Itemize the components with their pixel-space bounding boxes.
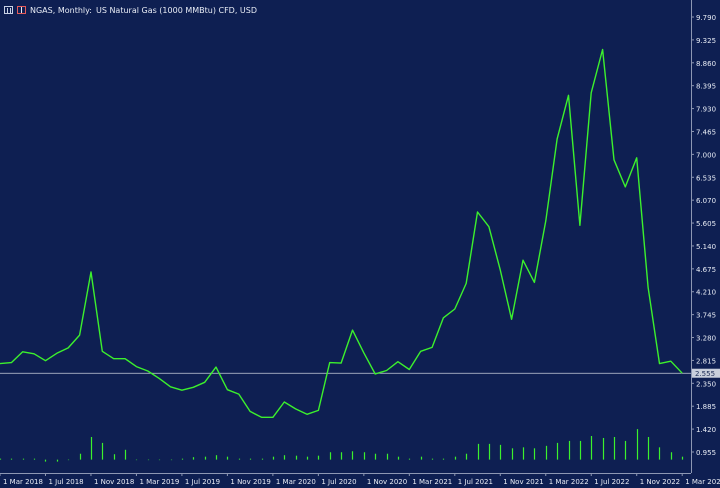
- y-tick-label: 1.420: [696, 426, 716, 434]
- y-tick-label: 5.605: [696, 220, 716, 228]
- x-tick-label: 1 Jul 2019: [185, 478, 220, 486]
- y-tick-label: 2.815: [696, 357, 716, 365]
- x-tick-label: 1 Nov 2022: [640, 478, 680, 486]
- x-tick-label: 1 Jul 2022: [594, 478, 629, 486]
- current-price-label: 2.555: [695, 370, 715, 378]
- chart-svg: 9.790 9.325 8.860 8.395 7.930 7.465 7.000 6.535…: [0, 0, 720, 486]
- chart-root: 9.790 9.325 8.860 8.395 7.930 7.465 7.000 6.535…: [0, 0, 720, 488]
- y-tick-label: 4.675: [696, 266, 716, 274]
- x-tick-label: 1 Jul 2018: [48, 478, 83, 486]
- x-tick-label: 1 Nov 2021: [503, 478, 543, 486]
- x-tick-label: 1 Mar 2021: [412, 478, 452, 486]
- y-tick-label: 3.280: [696, 335, 716, 343]
- x-tick-label: 1 Mar 2018: [3, 478, 43, 486]
- candlestick-icon[interactable]: [17, 6, 26, 14]
- x-tick-label: 1 Mar 2023: [685, 478, 720, 486]
- y-tick-label: 7.465: [696, 128, 716, 136]
- y-tick-label: 0.955: [696, 449, 716, 457]
- y-tick-label: 8.860: [696, 60, 716, 68]
- x-tick-label: 1 Jul 2020: [321, 478, 356, 486]
- y-tick-label: 8.395: [696, 83, 716, 91]
- y-tick-label: 7.000: [696, 151, 716, 159]
- y-tick-label: 9.790: [696, 14, 716, 22]
- x-tick-label: 1 Nov 2018: [94, 478, 134, 486]
- y-tick-label: 2.350: [696, 380, 716, 388]
- x-tick-label: 1 Mar 2020: [276, 478, 316, 486]
- y-tick-label: 6.535: [696, 174, 716, 182]
- price-line: [0, 48, 683, 418]
- x-tick-label: 1 Nov 2020: [367, 478, 407, 486]
- y-tick-label: 1.885: [696, 403, 716, 411]
- grid-icon[interactable]: [4, 6, 13, 14]
- x-tick-label: 1 Nov 2019: [230, 478, 270, 486]
- y-tick-label: 6.070: [696, 197, 716, 205]
- symbol-label: NGAS, Monthly:: [30, 5, 92, 15]
- instrument-description: US Natural Gas (1000 MMBtu) CFD, USD: [95, 5, 258, 15]
- y-tick-label: 5.140: [696, 243, 716, 251]
- y-tick-label: 4.210: [696, 289, 716, 297]
- chart-header: NGAS, Monthly: US Natural Gas (1000 MMBt…: [4, 3, 257, 17]
- x-tick-label: 1 Jul 2021: [458, 478, 493, 486]
- y-tick-label: 3.745: [696, 312, 716, 320]
- x-tick-label: 1 Mar 2019: [139, 478, 179, 486]
- y-tick-label: 9.325: [696, 37, 716, 45]
- y-tick-label: 7.930: [696, 106, 716, 114]
- x-tick-label: 1 Mar 2022: [549, 478, 589, 486]
